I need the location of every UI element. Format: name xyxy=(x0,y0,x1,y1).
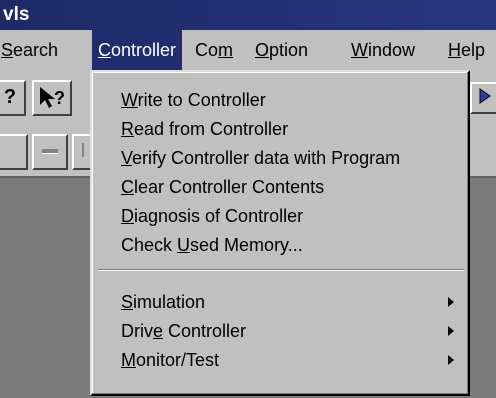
menu-item-label: Simulation xyxy=(121,292,206,312)
partial-icon: I xyxy=(80,140,86,162)
submenu-arrow-icon xyxy=(448,297,454,307)
menu-option[interactable]: Option xyxy=(255,30,308,70)
title-bar: vls xyxy=(0,0,496,30)
menu-item-clear-controller-contents[interactable]: Clear Controller Contents xyxy=(94,173,466,201)
menu-item-diagnosis-of-controller[interactable]: Diagnosis of Controller xyxy=(94,202,466,230)
menu-controller[interactable]: Controller xyxy=(92,30,183,70)
menu-item-check-used-memory[interactable]: Check Used Memory... xyxy=(94,231,466,259)
menu-item-label: Drive Controller xyxy=(121,321,247,341)
menu-item-label: Check Used Memory... xyxy=(121,235,303,255)
context-help-button[interactable]: ? xyxy=(32,80,72,116)
menu-item-simulation[interactable]: Simulation xyxy=(94,288,466,316)
play-icon xyxy=(477,88,493,110)
menu-separator xyxy=(98,269,464,271)
menu-com[interactable]: Com xyxy=(195,30,233,70)
menu-item-label: Diagnosis of Controller xyxy=(121,206,304,226)
menu-search[interactable]: Search xyxy=(1,30,58,70)
svg-text:?: ? xyxy=(54,88,65,108)
menu-item-read-from-controller[interactable]: Read from Controller xyxy=(94,115,466,143)
menu-help[interactable]: Help xyxy=(448,30,485,70)
menu-item-monitor-test[interactable]: Monitor/Test xyxy=(94,346,466,374)
context-help-icon: ? xyxy=(37,86,67,108)
toolbar-button-minus[interactable] xyxy=(32,134,68,170)
toolbar-button-1[interactable] xyxy=(0,134,28,170)
submenu-arrow-icon xyxy=(448,326,454,336)
menu-item-write-to-controller[interactable]: Write to Controller xyxy=(94,86,466,114)
help-icon: ? xyxy=(3,86,17,108)
menu-item-label: Write to Controller xyxy=(121,90,266,110)
menu-item-label: Verify Controller data with Program xyxy=(121,148,401,168)
help-button[interactable]: ? xyxy=(0,80,26,116)
submenu-arrow-icon xyxy=(448,355,454,365)
menu-item-verify-controller-data[interactable]: Verify Controller data with Program xyxy=(94,144,466,172)
window-title: vls xyxy=(3,4,30,25)
dash-icon xyxy=(42,149,58,155)
menu-bar: Search Controller Com Option Window Help xyxy=(0,30,496,70)
menu-item-label: Read from Controller xyxy=(121,119,289,139)
menu-item-label: Clear Controller Contents xyxy=(121,177,325,197)
menu-window[interactable]: Window xyxy=(351,30,415,70)
menu-item-label: Monitor/Test xyxy=(121,350,220,370)
menu-item-drive-controller[interactable]: Drive Controller xyxy=(94,317,466,345)
toolbar-overflow-button[interactable] xyxy=(470,82,496,114)
controller-dropdown-menu: Write to Controller Read from Controller… xyxy=(90,70,470,396)
